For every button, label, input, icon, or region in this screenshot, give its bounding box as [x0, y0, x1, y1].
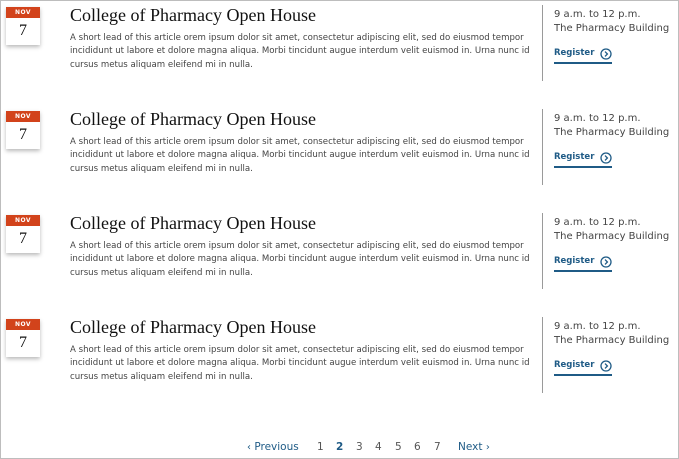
page-link-1[interactable]: 1	[317, 441, 324, 453]
event-lead: A short lead of this article orem ipsum …	[70, 345, 530, 382]
date-month: NOV	[6, 319, 40, 330]
circle-chevron-right-icon	[600, 255, 613, 268]
divider	[542, 109, 543, 185]
event-location: The Pharmacy Building	[554, 231, 670, 242]
event-lead: A short lead of this article orem ipsum …	[70, 33, 530, 70]
event-title[interactable]: College of Pharmacy Open House	[70, 109, 316, 130]
event-time: 9 a.m. to 12 p.m.	[554, 321, 641, 332]
date-day: 7	[19, 126, 27, 143]
date-badge: NOV 7	[6, 319, 40, 357]
date-month: NOV	[6, 111, 40, 122]
event-location: The Pharmacy Building	[554, 23, 670, 34]
register-link[interactable]: Register	[554, 253, 613, 272]
pagination: ‹ Previous 1 2 3 4 5 6 7 Next ›	[1, 441, 679, 457]
date-month: NOV	[6, 7, 40, 18]
date-day: 7	[19, 22, 27, 39]
chevron-left-icon: ‹	[247, 442, 251, 453]
register-link[interactable]: Register	[554, 357, 613, 376]
circle-chevron-right-icon	[600, 151, 613, 164]
event-item: NOV 7 College of Pharmacy Open House A s…	[1, 209, 679, 299]
divider	[542, 213, 543, 289]
register-label: Register	[554, 255, 595, 266]
event-lead: A short lead of this article orem ipsum …	[70, 137, 530, 174]
page-link-4[interactable]: 4	[375, 441, 382, 453]
register-label: Register	[554, 47, 595, 58]
circle-chevron-right-icon	[600, 359, 613, 372]
page-link-7[interactable]: 7	[434, 441, 441, 453]
register-label: Register	[554, 151, 595, 162]
event-time: 9 a.m. to 12 p.m.	[554, 217, 641, 228]
next-page-button[interactable]: Next ›	[458, 441, 490, 453]
register-label: Register	[554, 359, 595, 370]
register-link[interactable]: Register	[554, 149, 613, 168]
event-title[interactable]: College of Pharmacy Open House	[70, 317, 316, 338]
date-day: 7	[19, 230, 27, 247]
event-location: The Pharmacy Building	[554, 335, 670, 346]
divider	[542, 317, 543, 393]
date-badge: NOV 7	[6, 215, 40, 253]
event-lead: A short lead of this article orem ipsum …	[70, 241, 530, 278]
next-label: Next	[458, 441, 483, 453]
page-link-6[interactable]: 6	[414, 441, 421, 453]
page-link-5[interactable]: 5	[395, 441, 402, 453]
circle-chevron-right-icon	[600, 47, 613, 60]
event-title[interactable]: College of Pharmacy Open House	[70, 213, 316, 234]
chevron-right-icon: ›	[485, 442, 490, 453]
event-title[interactable]: College of Pharmacy Open House	[70, 5, 316, 26]
page-link-3[interactable]: 3	[356, 441, 363, 453]
date-day: 7	[19, 334, 27, 351]
register-link[interactable]: Register	[554, 45, 613, 64]
previous-page-button[interactable]: ‹ Previous	[247, 441, 299, 453]
date-badge: NOV 7	[6, 7, 40, 45]
event-item: NOV 7 College of Pharmacy Open House A s…	[1, 105, 679, 195]
page-frame: NOV 7 College of Pharmacy Open House A s…	[0, 0, 679, 459]
date-month: NOV	[6, 215, 40, 226]
event-location: The Pharmacy Building	[554, 127, 670, 138]
divider	[542, 5, 543, 81]
date-badge: NOV 7	[6, 111, 40, 149]
previous-label: Previous	[254, 441, 299, 453]
event-time: 9 a.m. to 12 p.m.	[554, 113, 641, 124]
event-time: 9 a.m. to 12 p.m.	[554, 9, 641, 20]
event-item: NOV 7 College of Pharmacy Open House A s…	[1, 1, 679, 91]
page-link-2-current[interactable]: 2	[336, 441, 343, 453]
event-item: NOV 7 College of Pharmacy Open House A s…	[1, 313, 679, 403]
